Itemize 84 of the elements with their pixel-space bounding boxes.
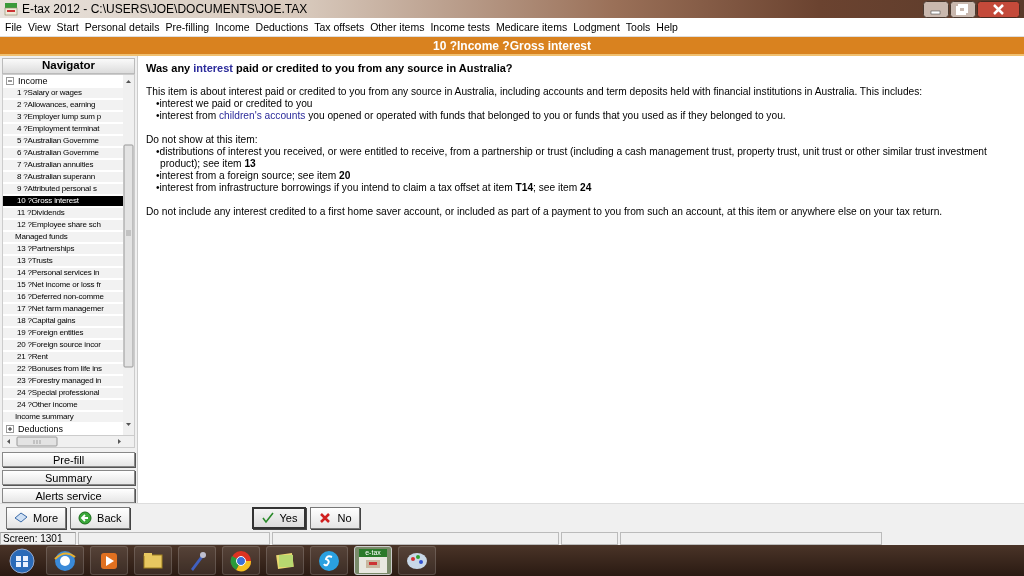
tree-item[interactable]: 9 ?Attributed personal s — [3, 182, 123, 194]
menu-item[interactable]: Income — [212, 21, 253, 33]
tree-group[interactable]: Income — [18, 75, 48, 86]
collapse-icon[interactable] — [6, 76, 14, 85]
taskbar-button[interactable] — [134, 546, 172, 575]
restore-icon[interactable] — [950, 0, 976, 18]
nav-button[interactable]: More — [6, 507, 67, 529]
tree-item[interactable]: 12 ?Employee share sch — [3, 218, 123, 230]
tree-item[interactable]: 13 ?Partnerships — [3, 242, 123, 254]
tree-item[interactable]: 16 ?Deferred non-comme — [3, 290, 123, 302]
paragraph: Do not include any interest credited to a first home saver account, or included as part of a payment to you from such an account, at this item or anywhere else on your tax return. — [146, 206, 944, 218]
expand-icon[interactable] — [6, 424, 14, 433]
tree-item[interactable]: 24 ?Special professional — [3, 386, 123, 398]
tree-item[interactable]: 8 ?Australian superann — [3, 170, 123, 182]
status-text: Screen: 1301 — [0, 532, 76, 545]
tree-item[interactable]: 2 ?Allowances, earning — [3, 98, 123, 110]
minimize-icon[interactable] — [923, 0, 949, 18]
tree-item[interactable]: 5 ?Australian Governme — [3, 134, 123, 146]
app-icon — [4, 2, 18, 16]
tree-item[interactable]: 3 ?Employer lump sum p — [3, 110, 123, 122]
start-icon — [8, 546, 36, 575]
menu-item[interactable]: Deductions — [252, 21, 312, 33]
bullet-text: •interest we paid or credited to you — [156, 98, 314, 110]
taskbar-button[interactable] — [46, 546, 84, 575]
taskbar-button[interactable] — [398, 546, 436, 575]
window-title: E-tax 2012 - C:\USERS\JOE\DOCUMENTS\JOE.TAX — [22, 2, 309, 16]
bullet-text: •interest from infrastructure borrowings if you intend to claim a tax offset at item T14; see item 24 — [156, 182, 593, 194]
check-icon — [260, 511, 275, 525]
menu-item[interactable]: Personal details — [81, 21, 163, 33]
side-button[interactable]: Alerts service — [2, 488, 135, 503]
navigator-title: Navigator — [2, 58, 135, 74]
menu-item[interactable]: Lodgment — [570, 21, 623, 33]
tree-item[interactable]: Managed funds — [3, 230, 123, 242]
tree-item[interactable]: 13 ?Trusts — [3, 254, 123, 266]
tree-item[interactable]: 10 ?Gross interest — [3, 194, 123, 206]
page-header: 10 ?Income ?Gross interest — [432, 38, 592, 53]
cross-icon — [318, 511, 333, 525]
menu-item[interactable]: Tools — [622, 21, 654, 33]
nav-button[interactable]: Back — [70, 507, 130, 529]
tree-item[interactable]: 17 ?Net farm managemer — [3, 302, 123, 314]
menu-item[interactable]: Medicare items — [492, 21, 571, 33]
text-link[interactable]: interest — [193, 62, 234, 74]
tree-item[interactable]: 6 ?Australian Governme — [3, 146, 123, 158]
taskbar-button[interactable] — [178, 546, 216, 575]
menu-item[interactable]: Income tests — [427, 21, 493, 33]
close-icon[interactable] — [977, 0, 1020, 18]
bullet-text: •interest from children's accounts you opened or operated with funds that belonged to you or funds that you used as if they belonged to you. — [156, 110, 787, 122]
paragraph: Do not show at this item: — [146, 134, 259, 146]
tree-item[interactable]: Income summary — [3, 410, 123, 422]
tree-item[interactable]: 21 ?Rent — [3, 350, 123, 362]
side-button[interactable]: Summary — [2, 470, 135, 485]
tree-item[interactable]: 19 ?Foreign entities — [3, 326, 123, 338]
tree-item[interactable]: 14 ?Personal services in — [3, 266, 123, 278]
tree-item[interactable]: 4 ?Employment terminat — [3, 122, 123, 134]
menu-item[interactable]: Pre-filling — [162, 21, 213, 33]
tree-item[interactable]: 22 ?Bonuses from life ins — [3, 362, 123, 374]
taskbar-button[interactable] — [266, 546, 304, 575]
tree-item[interactable]: 24 ?Other income — [3, 398, 123, 410]
menu-item[interactable]: Start — [53, 21, 82, 33]
status-pane — [561, 532, 618, 545]
taskbar-button[interactable] — [222, 546, 260, 575]
taskbar-button[interactable] — [310, 546, 348, 575]
tree-item[interactable]: 23 ?Forestry managed in — [3, 374, 123, 386]
answer-button[interactable]: Yes — [251, 507, 307, 529]
tree-item[interactable]: 11 ?Dividends — [3, 206, 123, 218]
side-button[interactable]: Pre-fill — [2, 452, 135, 467]
tree-group[interactable]: Deductions — [18, 423, 64, 434]
menu-item[interactable]: File — [2, 21, 25, 33]
tree-item[interactable]: 15 ?Net income or loss fr — [3, 278, 123, 290]
menu-item[interactable]: Help — [653, 21, 681, 33]
paragraph: This item is about interest paid or credited to you from any source in Australia, including accounts and term deposits held with financial institutions in Australia. This includes: — [146, 86, 924, 98]
bullet-text: •interest from a foreign source; see item 20 — [156, 170, 352, 182]
tree-item[interactable]: 1 ?Salary or wages — [3, 86, 123, 98]
answer-button[interactable]: No — [310, 507, 360, 529]
menu-item[interactable]: Other items — [367, 21, 428, 33]
bullet-text: •distributions of interest you received, or were entitled to receive, from a partnership or trust (including a cash management trust, property trust, unit trust or other similar trust investment product); see item 13 — [156, 146, 988, 170]
taskbar-button[interactable] — [90, 546, 128, 575]
tree-item[interactable]: 18 ?Capital gains — [3, 314, 123, 326]
text-link[interactable]: children's accounts — [219, 110, 306, 121]
menu-item[interactable]: View — [24, 21, 54, 33]
menu-item[interactable]: Tax offsets — [311, 21, 368, 33]
tree-item[interactable]: 7 ?Australian annuities — [3, 158, 123, 170]
question-text: Was any interest paid or credited to you from any source in Australia? — [146, 62, 514, 74]
tree-item[interactable]: 20 ?Foreign source incor — [3, 338, 123, 350]
